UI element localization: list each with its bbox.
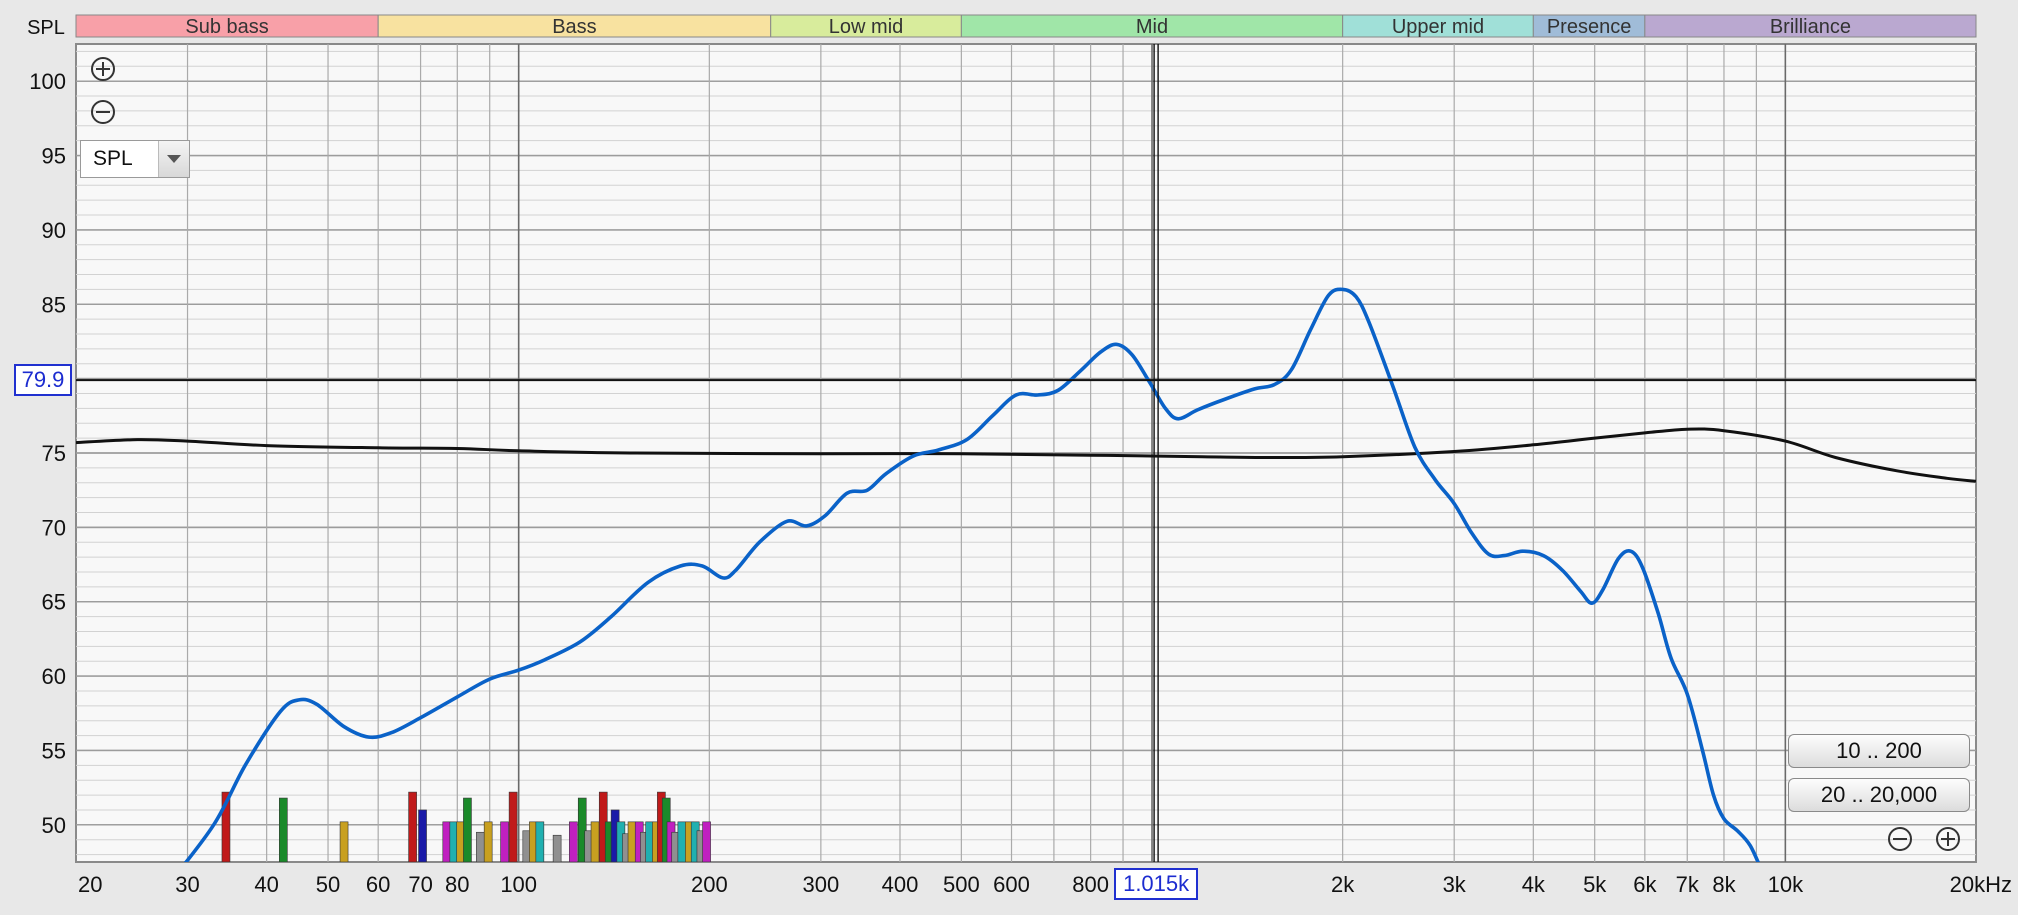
x-tick-label: 500 xyxy=(943,872,980,897)
x-tick-label: 50 xyxy=(316,872,340,897)
x-tick-label: 8k xyxy=(1712,872,1736,897)
distortion-bar xyxy=(463,797,472,862)
rew-spl-window: Sub bass Bass Low mid Mid Upper mid Presence B… xyxy=(0,0,2018,910)
zoom-out-icon xyxy=(91,100,115,124)
x-tick-label: 7k xyxy=(1676,872,1700,897)
x-tick-label: 300 xyxy=(802,872,839,897)
chevron-down-icon xyxy=(158,141,189,177)
x-tick-label: 80 xyxy=(445,872,469,897)
zoom-out-button[interactable] xyxy=(88,97,118,127)
horizontal-zoom-in-button[interactable] xyxy=(1933,824,1963,854)
x-tick-label: 2k xyxy=(1331,872,1355,897)
x-tick-label: 40 xyxy=(254,872,278,897)
graph-type-select[interactable]: SPL xyxy=(80,140,190,178)
distortion-bar xyxy=(508,791,518,862)
x-axis-tick-labels: 20 30 40 50 60 70 80 100 200 300 400 500 600 800 2k 3k 4… xyxy=(78,872,2012,897)
distortion-bar xyxy=(590,821,600,862)
y-axis-label: SPL xyxy=(27,17,65,39)
distortion-bar xyxy=(279,797,288,862)
x-tick-label: 70 xyxy=(408,872,432,897)
x-tick-label: 30 xyxy=(175,872,199,897)
zoom-in-button[interactable] xyxy=(88,54,118,84)
band-label: Bass xyxy=(552,16,596,38)
y-tick-label: 75 xyxy=(42,441,66,466)
band-label: Low mid xyxy=(829,16,903,38)
x-tick-label: 600 xyxy=(993,872,1030,897)
distortion-bar xyxy=(476,831,485,862)
x-tick-label: 6k xyxy=(1633,872,1657,897)
x-tick-label: 20kHz xyxy=(1950,872,2012,897)
distortion-bar xyxy=(677,821,687,862)
range-10-200-button[interactable]: 10 .. 200 xyxy=(1788,734,1970,768)
frequency-band-strip: Sub bass Bass Low mid Mid Upper mid Presence B… xyxy=(75,14,1977,38)
x-tick-label: 20 xyxy=(78,872,102,897)
distortion-bar xyxy=(500,821,509,862)
y-axis-tick-labels: 50556065707580859095100 xyxy=(29,69,66,838)
y-tick-label: 65 xyxy=(42,590,66,615)
band-label: Presence xyxy=(1547,16,1632,38)
y-tick-label: 55 xyxy=(42,738,66,763)
x-tick-label: 5k xyxy=(1583,872,1607,897)
cursor-frequency-readout: 1.015k xyxy=(1114,868,1199,900)
y-tick-label: 100 xyxy=(29,69,66,94)
cursor-spl-readout: 79.9 xyxy=(14,364,72,397)
range-20-20000-button[interactable]: 20 .. 20,000 xyxy=(1788,778,1970,812)
distortion-bar xyxy=(552,834,562,862)
x-tick-label: 200 xyxy=(691,872,728,897)
x-tick-label: 800 xyxy=(1072,872,1109,897)
zoom-in-icon xyxy=(1936,827,1960,851)
graph-type-value: SPL xyxy=(93,147,133,170)
x-tick-label: 400 xyxy=(882,872,919,897)
distortion-bar xyxy=(702,821,711,862)
band-label: Mid xyxy=(1136,16,1168,38)
y-tick-label: 90 xyxy=(42,218,66,243)
x-tick-label: 4k xyxy=(1522,872,1546,897)
zoom-out-icon xyxy=(1888,827,1912,851)
y-tick-label: 70 xyxy=(42,515,66,540)
y-tick-label: 60 xyxy=(42,664,66,689)
band-label: Sub bass xyxy=(185,16,268,38)
horizontal-zoom-out-button[interactable] xyxy=(1885,824,1915,854)
distortion-bar xyxy=(483,821,493,862)
y-tick-label: 50 xyxy=(42,813,66,838)
distortion-bar xyxy=(569,821,578,862)
x-tick-label: 3k xyxy=(1443,872,1467,897)
distortion-bar xyxy=(408,791,417,862)
y-tick-label: 95 xyxy=(42,144,66,169)
band-label: Brilliance xyxy=(1770,16,1851,38)
spl-chart[interactable]: Sub bass Bass Low mid Mid Upper mid Presence B… xyxy=(0,0,2018,910)
zoom-in-icon xyxy=(91,57,115,81)
x-tick-label: 60 xyxy=(366,872,390,897)
x-tick-label: 10k xyxy=(1768,872,1804,897)
distortion-bar xyxy=(418,809,427,862)
x-tick-label: 100 xyxy=(500,872,537,897)
distortion-bar xyxy=(627,821,637,862)
distortion-bar xyxy=(535,821,545,862)
band-label: Upper mid xyxy=(1392,16,1484,38)
y-tick-label: 85 xyxy=(42,292,66,317)
distortion-bar xyxy=(339,821,349,862)
